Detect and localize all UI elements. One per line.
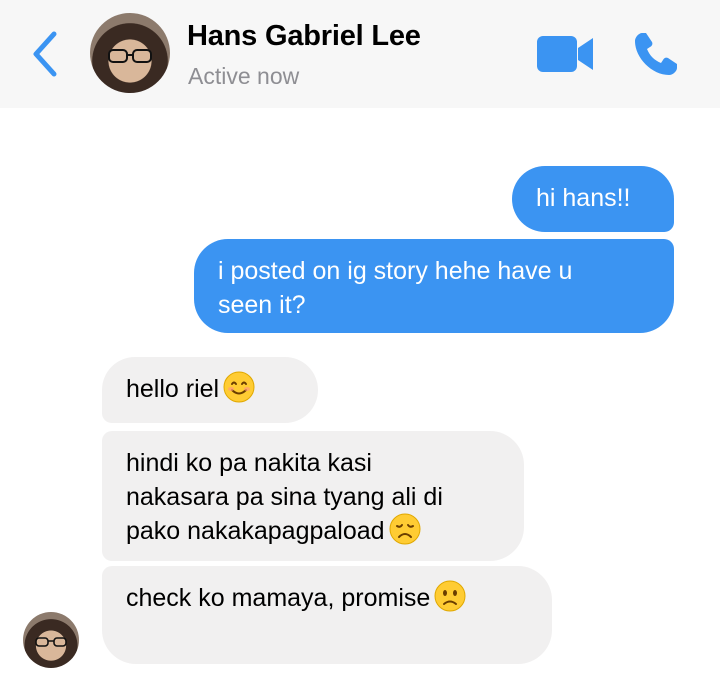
smiling-face-icon [223,371,255,403]
video-camera-icon [537,36,593,72]
contact-status: Active now [188,63,300,89]
message-bubble-incoming[interactable]: check ko mamaya, promise [102,566,552,664]
video-call-button[interactable] [537,36,593,72]
phone-icon [635,33,677,75]
message-text: hello riel [126,375,220,403]
back-button[interactable] [26,28,66,80]
frowning-face-icon [434,580,466,612]
message-bubble-incoming[interactable]: hindi ko pa nakita kasi nakasara pa sina… [102,431,524,561]
chevron-left-icon [33,31,57,77]
chat-header: Hans Gabriel Lee Active now [0,0,720,108]
contact-avatar-small[interactable] [23,612,79,668]
audio-call-button[interactable] [632,30,680,78]
avatar-image [35,637,67,647]
message-bubble-outgoing[interactable]: hi hans!! [512,166,674,232]
disappointed-face-icon [389,513,421,545]
message-bubble-incoming[interactable]: hello riel [102,357,318,423]
contact-avatar[interactable] [90,13,170,93]
message-text: check ko mamaya, promise [126,584,431,612]
contact-name[interactable]: Hans Gabriel Lee [187,20,421,53]
message-bubble-outgoing[interactable]: i posted on ig story hehe have u seen it… [194,239,674,333]
avatar-image [108,49,152,63]
